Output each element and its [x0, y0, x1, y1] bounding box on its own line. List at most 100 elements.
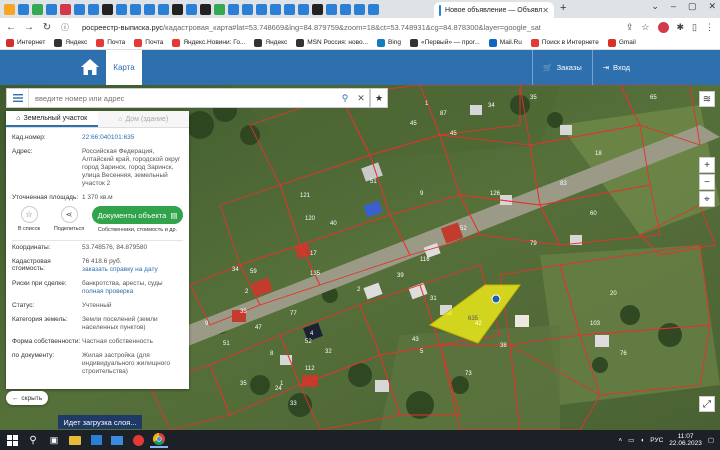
clear-icon[interactable]: ✕: [353, 93, 369, 104]
bookmark-favicon-icon: [134, 38, 143, 47]
tab-favicon[interactable]: [326, 3, 337, 15]
tab-favicon[interactable]: [270, 3, 281, 15]
bookmark-item[interactable]: Почта: [96, 38, 125, 47]
tab-favicon[interactable]: [354, 3, 365, 15]
tab-land-plot[interactable]: ⌂ Земельный участок: [6, 111, 98, 127]
tab-favicon[interactable]: [242, 3, 253, 15]
menu-dots-icon[interactable]: ⋮: [705, 22, 714, 33]
search-icon[interactable]: ⚲: [24, 432, 42, 448]
tab-favicon[interactable]: [144, 3, 155, 15]
tab-favicon[interactable]: [130, 3, 141, 15]
tab-favicon[interactable]: [74, 3, 85, 15]
close-tab-icon[interactable]: ✕: [542, 6, 549, 15]
chevron-up-icon[interactable]: ˄: [618, 437, 622, 444]
tab-favicon[interactable]: [340, 3, 351, 15]
zoom-in-button[interactable]: +: [699, 157, 715, 173]
tab-favicon[interactable]: [60, 3, 71, 15]
tab-favicon[interactable]: [312, 3, 323, 15]
tab-favicon[interactable]: [18, 3, 29, 15]
bookmark-favicon-icon: [607, 38, 616, 47]
bookmark-item[interactable]: Mail.Ru: [488, 38, 522, 47]
bookmark-item[interactable]: Gmail: [607, 38, 636, 47]
bookmark-item[interactable]: Интернет: [6, 38, 45, 47]
tab-favicon[interactable]: [158, 3, 169, 15]
bookmark-item[interactable]: Яндекс: [254, 38, 287, 47]
extensions-icon[interactable]: ✱: [677, 22, 685, 33]
bookmark-item[interactable]: Bing: [377, 38, 401, 47]
minimize-icon[interactable]: –: [671, 1, 676, 12]
bookmark-item[interactable]: Яндекс.Новини: Го...: [172, 38, 245, 47]
zoom-out-button[interactable]: −: [699, 174, 715, 190]
tab-favicon[interactable]: [256, 3, 267, 15]
side-panel-icon[interactable]: ▯: [692, 22, 697, 33]
tab-search-icon[interactable]: ⌄: [651, 1, 659, 12]
cad-number-value[interactable]: 22:66:040101:635: [82, 134, 183, 142]
orders-button[interactable]: 🛒 Заказы: [532, 50, 591, 85]
language-indicator[interactable]: РУС: [650, 437, 663, 444]
menu-icon[interactable]: [7, 89, 29, 107]
tab-building[interactable]: ⌂ Дом (здание): [97, 111, 189, 127]
locate-icon[interactable]: ⌖: [699, 191, 715, 207]
url-field[interactable]: росреестр-выписка.рус/кадастровая_карта#…: [82, 23, 541, 32]
order-cost-link[interactable]: заказать справку на дату: [82, 266, 158, 273]
store-icon[interactable]: [87, 432, 105, 448]
back-icon[interactable]: ←: [6, 22, 16, 33]
tab-favicon[interactable]: [298, 3, 309, 15]
documents-button[interactable]: Документы объекта ▤: [92, 206, 183, 224]
tab-favicon[interactable]: [46, 3, 57, 15]
favorites-star-icon[interactable]: ★: [370, 88, 388, 108]
tab-favicon[interactable]: [102, 3, 113, 15]
cost-row: Кадастровая стоимость: 76 418.6 руб. зак…: [6, 258, 189, 274]
tab-favicon[interactable]: [172, 3, 183, 15]
bookmark-item[interactable]: Почта: [134, 38, 163, 47]
tab-favicon[interactable]: [32, 3, 43, 15]
home-icon[interactable]: [80, 58, 100, 76]
forward-icon[interactable]: →: [24, 22, 34, 33]
bookmark-star-icon[interactable]: ☆: [641, 22, 649, 33]
network-icon[interactable]: ▭: [628, 436, 634, 444]
tab-favicon[interactable]: [368, 3, 379, 15]
tab-favicon[interactable]: [200, 3, 211, 15]
windows-start-icon[interactable]: [3, 432, 21, 448]
bookmark-item[interactable]: Поиск в Интернете: [530, 38, 599, 47]
yandex-icon[interactable]: [129, 432, 147, 448]
bookmark-item[interactable]: MSN Россия: ново...: [296, 38, 368, 47]
explorer-icon[interactable]: [66, 432, 84, 448]
mail-icon[interactable]: [108, 432, 126, 448]
hide-panel-button[interactable]: ← скрыть: [6, 391, 48, 405]
new-tab-icon[interactable]: +: [560, 2, 566, 14]
tab-favicon[interactable]: [88, 3, 99, 15]
tab-favicon[interactable]: [214, 3, 225, 15]
search-input[interactable]: [29, 93, 337, 103]
share-button[interactable]: ⋖ Поделиться: [52, 206, 86, 232]
tab-favicon[interactable]: [284, 3, 295, 15]
bookmark-item[interactable]: Яндекс: [54, 38, 87, 47]
parcel-marker[interactable]: [491, 294, 501, 304]
tab-favicon[interactable]: [186, 3, 197, 15]
maximize-icon[interactable]: ▢: [688, 1, 697, 12]
task-view-icon[interactable]: ▣: [45, 432, 63, 448]
tab-map[interactable]: Карта: [106, 50, 142, 85]
close-window-icon[interactable]: ✕: [708, 1, 716, 12]
parcel-number-label: 34: [488, 103, 495, 109]
tab-favicon[interactable]: [228, 3, 239, 15]
tab-favicon[interactable]: [116, 3, 127, 15]
site-info-icon[interactable]: ⓘ: [60, 22, 70, 33]
tab-favicon[interactable]: [4, 3, 15, 15]
profile-avatar[interactable]: [657, 21, 669, 33]
layers-icon[interactable]: ≋: [699, 91, 715, 107]
login-button[interactable]: ⇥ Вход: [591, 50, 640, 85]
notifications-icon[interactable]: ▢: [708, 436, 714, 444]
active-tab[interactable]: Новое объявление — Объявл ✕: [434, 2, 554, 18]
share-page-icon[interactable]: ⇪: [626, 22, 634, 33]
volume-icon[interactable]: ◖: [640, 437, 644, 444]
fullscreen-icon[interactable]: ⤢: [699, 396, 715, 412]
add-to-list-button[interactable]: ☆ В список: [12, 206, 46, 232]
search-icon[interactable]: ⚲: [337, 93, 353, 104]
reload-icon[interactable]: ↻: [42, 22, 52, 33]
chrome-icon[interactable]: [150, 432, 168, 448]
bookmark-item[interactable]: «Первый» — прог...: [410, 38, 480, 47]
full-check-link[interactable]: полная проверка: [82, 288, 133, 295]
clock[interactable]: 11:07 22.06.2023: [669, 433, 702, 447]
document-icon: ▤: [170, 210, 178, 220]
